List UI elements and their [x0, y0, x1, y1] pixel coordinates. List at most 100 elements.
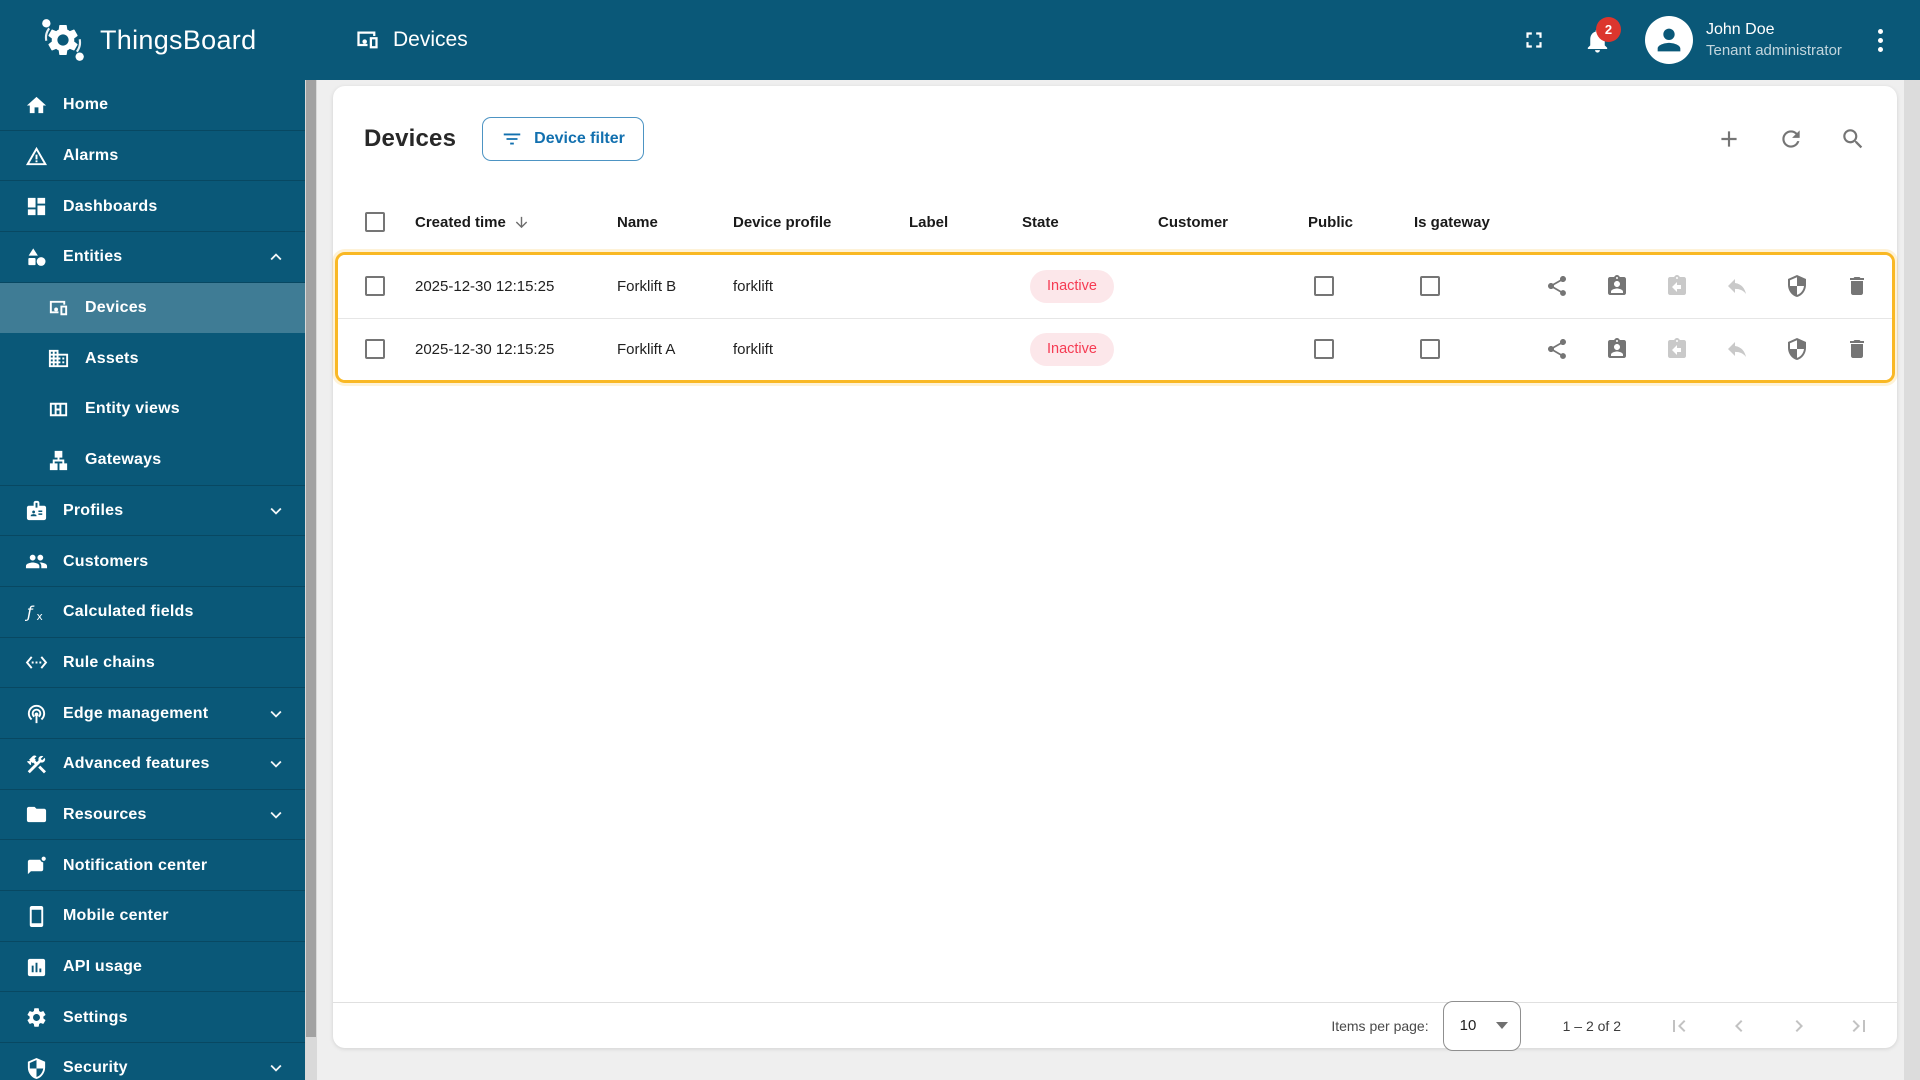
delete-button[interactable] — [1845, 274, 1869, 298]
chevron-down-icon — [270, 507, 282, 515]
name-cell: Forklift A — [617, 340, 676, 358]
person-icon — [1657, 28, 1681, 52]
edge-antenna-icon — [24, 702, 48, 726]
svg-text:ƒ: ƒ — [25, 602, 35, 621]
notifications-button[interactable]: 2 — [1583, 16, 1621, 55]
sidebar-item-resources[interactable]: Resources — [0, 790, 305, 841]
page-range-label: 1 – 2 of 2 — [1562, 1017, 1621, 1034]
chevron-down-icon — [270, 710, 282, 718]
manage-credentials-button[interactable] — [1785, 274, 1809, 298]
table-row[interactable]: 2025-12-30 12:15:25 Forklift A forklift … — [338, 317, 1892, 380]
shield-icon — [24, 1056, 48, 1080]
gear-icon — [24, 1006, 48, 1030]
thingsboard-logo-icon — [42, 19, 84, 61]
assignment-return-icon — [1668, 275, 1686, 296]
assign-to-customer-button[interactable] — [1605, 337, 1629, 361]
sidebar-item-mobile-center[interactable]: Mobile center — [0, 891, 305, 942]
sidebar-item-dashboards[interactable]: Dashboards — [0, 181, 305, 232]
make-public-button[interactable] — [1545, 337, 1569, 361]
sidebar-item-assets[interactable]: Assets — [0, 333, 305, 384]
sidebar-item-gateways[interactable]: Gateways — [0, 435, 305, 486]
items-per-page-label: Items per page: — [1331, 1017, 1429, 1034]
sidebar-item-edge-management[interactable]: Edge management — [0, 688, 305, 739]
unassign-from-customer-button — [1665, 274, 1689, 298]
assignment-person-icon — [1608, 338, 1626, 359]
sidebar-item-api-usage[interactable]: API usage — [0, 942, 305, 993]
sidebar-item-profiles[interactable]: Profiles — [0, 486, 305, 537]
sidebar-item-home[interactable]: Home — [0, 80, 305, 131]
chevron-left-icon — [1735, 1019, 1743, 1032]
tools-icon — [24, 752, 48, 776]
device-profile-cell: forklift — [733, 340, 774, 358]
column-header-is-gateway[interactable]: Is gateway — [1414, 214, 1545, 231]
make-public-button[interactable] — [1545, 274, 1569, 298]
is-gateway-checkbox[interactable] — [1420, 339, 1440, 360]
column-header-public[interactable]: Public — [1308, 214, 1414, 231]
device-profile-cell: forklift — [733, 277, 774, 295]
fullscreen-icon — [1526, 32, 1542, 48]
sidebar-item-entity-views[interactable]: Entity views — [0, 384, 305, 435]
row-checkbox[interactable] — [365, 276, 385, 297]
sidebar-item-entities[interactable]: Entities — [0, 232, 305, 283]
sidebar-item-rule-chains[interactable]: Rule chains — [0, 638, 305, 689]
table-row[interactable]: 2025-12-30 12:15:25 Forklift B forklift … — [338, 255, 1892, 318]
sidebar-item-notification-center[interactable]: Notification center — [0, 840, 305, 891]
sidebar-scrollbar-thumb[interactable] — [306, 80, 316, 1037]
page-scrollbar[interactable] — [1904, 80, 1920, 1080]
user-menu-button[interactable] — [1866, 18, 1894, 62]
column-header-state[interactable]: State — [1022, 214, 1158, 231]
device-filter-button[interactable]: Device filter — [482, 117, 644, 161]
smartphone-icon — [24, 904, 48, 928]
sidebar-item-advanced-features[interactable]: Advanced features — [0, 739, 305, 790]
sidebar-item-security[interactable]: Security — [0, 1043, 305, 1080]
search-button[interactable] — [1840, 126, 1866, 152]
filter-icon — [503, 133, 521, 145]
sidebar-item-customers[interactable]: Customers — [0, 536, 305, 587]
function-fx-icon: ƒx — [24, 600, 48, 624]
public-checkbox[interactable] — [1314, 339, 1334, 360]
column-header-created-time[interactable]: Created time — [415, 214, 617, 231]
user-name: John Doe — [1706, 20, 1775, 38]
column-header-label[interactable]: Label — [909, 214, 1022, 231]
reply-arrow-icon — [1728, 342, 1746, 358]
avatar[interactable] — [1645, 16, 1693, 64]
security-shield-icon — [1788, 338, 1806, 361]
column-header-name[interactable]: Name — [617, 214, 733, 231]
fullscreen-button[interactable] — [1521, 27, 1547, 53]
profiles-badge-icon — [24, 499, 48, 523]
first-page-button — [1667, 1014, 1691, 1038]
select-all-checkbox[interactable] — [365, 212, 385, 232]
created-time-cell: 2025-12-30 12:15:25 — [415, 277, 555, 295]
refresh-button[interactable] — [1778, 126, 1804, 152]
customers-people-icon — [24, 550, 48, 574]
user-info[interactable]: John Doe Tenant administrator — [1706, 20, 1852, 60]
thingsboard-logo[interactable]: ThingsBoard — [38, 0, 256, 80]
top-toolbar: ThingsBoard Devices 2 John Doe Tenant ad… — [0, 0, 1920, 80]
chevron-down-icon — [270, 1065, 282, 1073]
delete-button[interactable] — [1845, 337, 1869, 361]
is-gateway-checkbox[interactable] — [1420, 276, 1440, 297]
column-header-customer[interactable]: Customer — [1158, 214, 1308, 231]
add-device-button[interactable] — [1716, 126, 1742, 152]
entity-views-icon — [46, 397, 70, 421]
sidebar-item-calculated-fields[interactable]: ƒx Calculated fields — [0, 587, 305, 638]
row-checkbox[interactable] — [365, 339, 385, 360]
page-size-select[interactable]: 10 — [1442, 1000, 1521, 1051]
manage-credentials-button[interactable] — [1785, 337, 1809, 361]
public-checkbox[interactable] — [1314, 276, 1334, 297]
assign-to-customer-button[interactable] — [1605, 274, 1629, 298]
sidebar-item-devices[interactable]: Devices — [0, 282, 305, 334]
previous-page-button — [1727, 1014, 1751, 1038]
trash-icon — [1850, 277, 1864, 296]
chevron-down-icon — [270, 761, 282, 768]
rule-chains-icon — [24, 651, 48, 675]
plus-icon — [1721, 131, 1737, 147]
sidebar-scrollbar[interactable] — [305, 80, 317, 1080]
sidebar-item-settings[interactable]: Settings — [0, 992, 305, 1043]
column-header-device-profile[interactable]: Device profile — [733, 214, 909, 231]
sidebar-item-alarms[interactable]: Alarms — [0, 131, 305, 182]
entities-shapes-icon — [24, 245, 48, 269]
unassign-from-customer-button — [1665, 337, 1689, 361]
reply-arrow-icon — [1728, 279, 1746, 295]
dashboard-icon — [24, 195, 48, 219]
